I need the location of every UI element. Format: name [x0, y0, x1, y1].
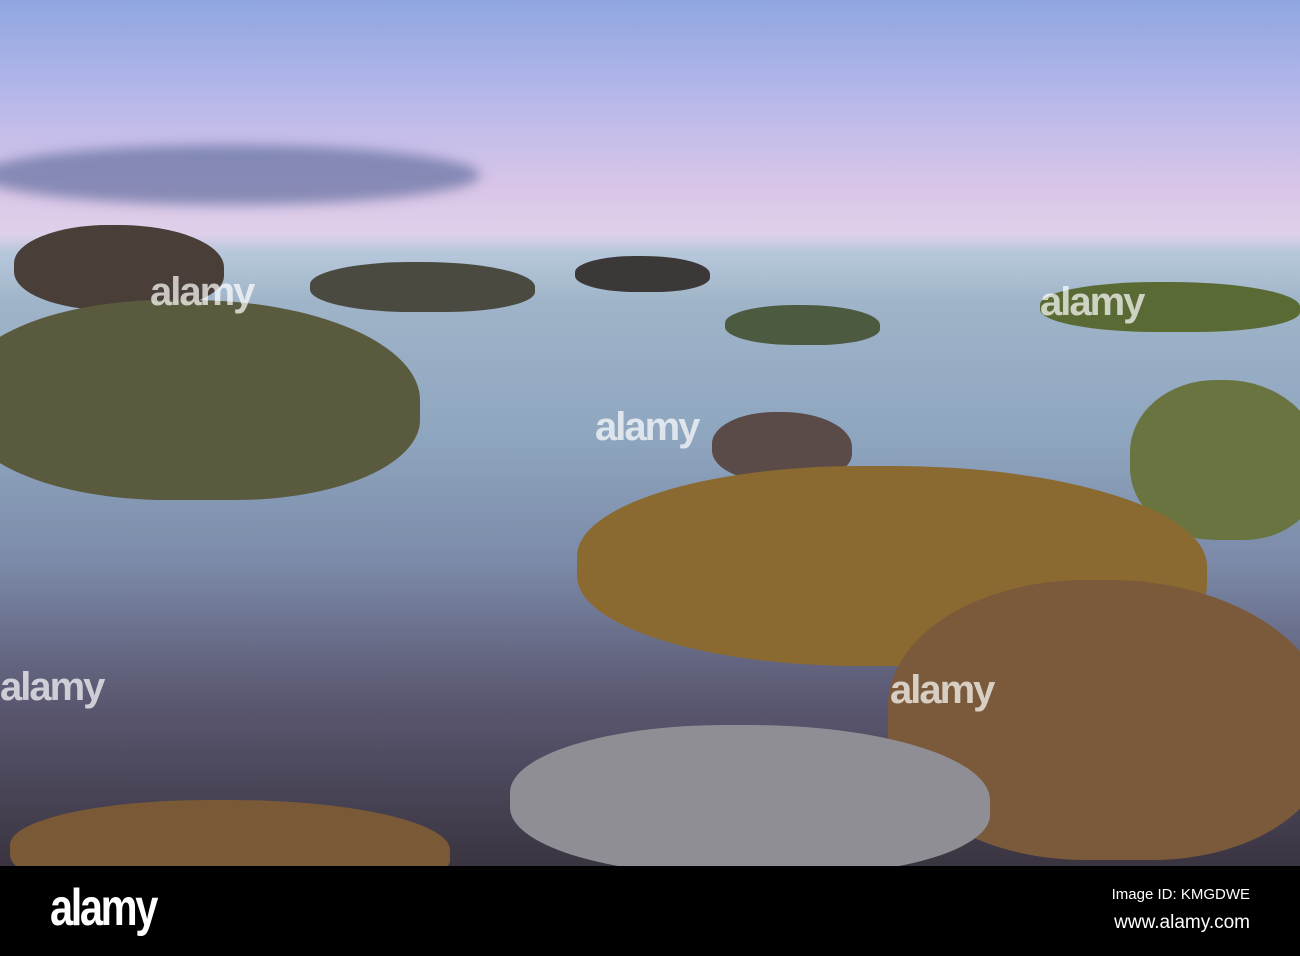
- alamy-logo: alamy: [50, 879, 158, 937]
- watermark: alamy: [1040, 280, 1145, 324]
- rock: [575, 256, 710, 292]
- image-id: Image ID: KMGDWE: [1111, 886, 1250, 903]
- rock: [10, 800, 450, 866]
- watermark: alamy: [890, 668, 995, 712]
- rock: [310, 262, 535, 312]
- rock: [725, 305, 880, 345]
- watermark: alamy: [150, 270, 255, 314]
- seascape-photo: alamy alamy alamy alamy alamy: [0, 0, 1300, 866]
- website-link[interactable]: www.alamy.com: [1114, 912, 1250, 934]
- footer-bar: alamy Image ID: KMGDWE www.alamy.com: [0, 866, 1300, 956]
- cloud: [0, 145, 480, 205]
- watermark: alamy: [0, 665, 105, 709]
- rock: [0, 300, 420, 500]
- watermark: alamy: [595, 405, 700, 449]
- rock: [510, 725, 990, 866]
